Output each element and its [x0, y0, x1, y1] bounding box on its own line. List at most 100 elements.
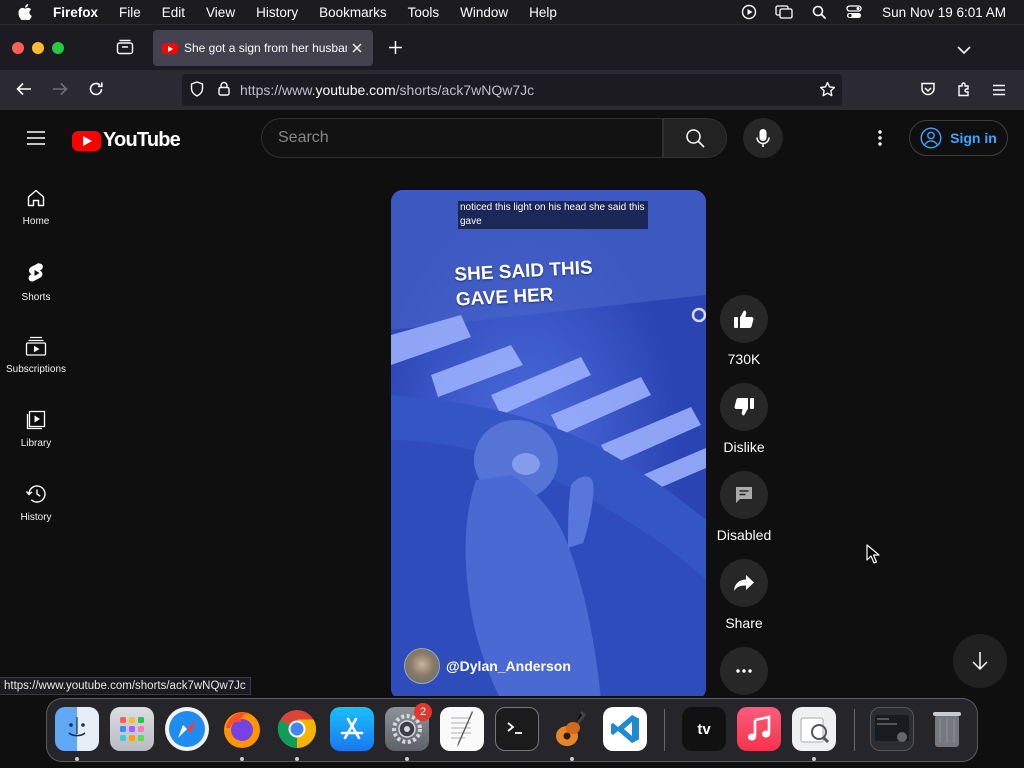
more-vertical-icon [878, 130, 882, 146]
spotlight-search-icon[interactable] [809, 4, 829, 20]
share-label: Share [725, 615, 763, 631]
dock-firefox-icon[interactable] [220, 707, 264, 751]
subscriptions-icon [25, 336, 47, 356]
control-center-icon[interactable] [844, 4, 864, 20]
search-button[interactable] [663, 118, 727, 158]
window-close-button[interactable] [12, 42, 24, 54]
dock-trash-icon[interactable] [925, 707, 969, 751]
like-action[interactable]: 730K [716, 295, 772, 367]
like-button[interactable] [720, 295, 768, 343]
dock-firefox-running-dot [240, 757, 244, 761]
dock-garageband-icon[interactable] [550, 707, 594, 751]
menu-history[interactable]: History [256, 5, 298, 20]
settings-more-button[interactable] [866, 126, 894, 150]
comments-action[interactable]: Disabled [716, 471, 772, 543]
youtube-logo[interactable]: YouTube [72, 129, 181, 152]
url-bar[interactable]: https://www.youtube.com/shorts/ack7wNQw7… [182, 74, 842, 106]
search-input[interactable]: Search [261, 118, 663, 158]
sign-in-button[interactable]: Sign in [909, 120, 1008, 156]
youtube-page: YouTube Search Sign in Home Shorts Subsc… [0, 110, 1024, 696]
menu-view[interactable]: View [206, 5, 235, 20]
url-text[interactable]: https://www.youtube.com/shorts/ack7wNQw7… [240, 82, 534, 98]
video-subtitle-caption: noticed this light on his head she said … [458, 201, 648, 229]
screen-mirroring-icon[interactable] [774, 4, 794, 20]
forward-arrow-icon[interactable] [52, 82, 68, 101]
dislike-action[interactable]: Dislike [716, 383, 772, 455]
extensions-puzzle-icon[interactable] [956, 81, 972, 102]
dock-vscode-icon[interactable] [603, 707, 647, 751]
dock-chrome-icon[interactable] [275, 707, 319, 751]
tab-close-icon[interactable] [349, 40, 365, 56]
sidebar-item-subscriptions[interactable]: Subscriptions [0, 336, 72, 375]
account-circle-icon [920, 127, 942, 149]
menu-tools[interactable]: Tools [408, 5, 440, 20]
dock-preview-icon[interactable] [792, 707, 836, 751]
dock-launchpad-icon[interactable] [110, 707, 154, 751]
dock-settings-running-dot [405, 757, 409, 761]
channel-info[interactable]: @Dylan_Anderson [404, 648, 571, 684]
menu-app-name[interactable]: Firefox [53, 5, 98, 20]
new-tab-icon[interactable] [388, 40, 403, 60]
tab-active[interactable]: She got a sign from her husband [153, 30, 373, 66]
dock-finder-running-dot [75, 757, 79, 761]
home-icon [27, 189, 45, 207]
guide-menu-icon[interactable] [26, 130, 46, 151]
dock-apple-tv-icon[interactable]: tv [682, 707, 726, 751]
play-status-icon[interactable] [739, 4, 759, 20]
dock-music-icon[interactable] [737, 707, 781, 751]
more-actions-button[interactable] [720, 647, 768, 695]
menu-help[interactable]: Help [529, 5, 557, 20]
back-arrow-icon[interactable] [16, 82, 32, 101]
comments-button[interactable] [720, 471, 768, 519]
voice-search-button[interactable] [743, 118, 783, 158]
mouse-cursor-icon [866, 544, 880, 564]
next-video-button[interactable] [953, 634, 1007, 688]
dock-separator [664, 709, 665, 751]
search-placeholder: Search [278, 129, 329, 146]
list-all-tabs-icon[interactable] [957, 42, 971, 60]
sidebar-label-shorts: Shorts [21, 292, 51, 303]
menu-edit[interactable]: Edit [162, 5, 185, 20]
comments-label: Disabled [716, 527, 772, 543]
channel-avatar[interactable] [404, 648, 440, 684]
sidebar-item-shorts[interactable]: Shorts [0, 262, 72, 303]
dock-screenshot-thumbnail-icon[interactable] [870, 707, 914, 751]
firefox-view-icon[interactable] [116, 39, 134, 60]
like-count: 730K [727, 351, 761, 367]
tab-title: She got a sign from her husband [184, 41, 347, 55]
menu-bookmarks[interactable]: Bookmarks [319, 5, 387, 20]
sidebar-item-history[interactable]: History [0, 484, 72, 523]
bookmark-star-icon[interactable] [819, 81, 836, 101]
youtube-logo-text: YouTube [103, 129, 181, 151]
pocket-icon[interactable] [920, 81, 936, 102]
dock-textedit-icon[interactable] [440, 707, 484, 751]
search-icon [686, 129, 705, 148]
app-menu-hamburger-icon[interactable] [992, 83, 1006, 101]
menu-clock[interactable]: Sun Nov 19 6:01 AM [882, 5, 1006, 20]
channel-name[interactable]: @Dylan_Anderson [446, 658, 571, 674]
share-action[interactable]: Share [716, 559, 772, 631]
sidebar-item-library[interactable]: Library [0, 410, 72, 449]
dock-terminal-icon[interactable] [495, 707, 539, 751]
tab-bar: She got a sign from her husband [0, 24, 1024, 70]
dock-finder-icon[interactable] [55, 707, 99, 751]
dislike-button[interactable] [720, 383, 768, 431]
dock-safari-icon[interactable] [165, 707, 209, 751]
share-button[interactable] [720, 559, 768, 607]
sidebar-label-home: Home [22, 216, 50, 227]
window-minimize-button[interactable] [32, 42, 44, 54]
lock-icon[interactable] [218, 81, 230, 99]
window-zoom-button[interactable] [52, 42, 64, 54]
dock-app-store-icon[interactable] [330, 707, 374, 751]
menu-window[interactable]: Window [460, 5, 508, 20]
menu-bar: Firefox File Edit View History Bookmarks… [0, 0, 1024, 24]
tracking-protection-shield-icon[interactable] [190, 80, 204, 100]
sidebar-item-home[interactable]: Home [0, 188, 72, 227]
reload-icon[interactable] [88, 81, 104, 102]
more-actions[interactable] [716, 647, 772, 695]
more-horizontal-icon [736, 669, 752, 673]
menu-file[interactable]: File [119, 5, 141, 20]
thumbs-down-icon [734, 398, 754, 416]
apple-menu-icon[interactable] [18, 4, 36, 20]
share-arrow-icon [734, 575, 754, 591]
